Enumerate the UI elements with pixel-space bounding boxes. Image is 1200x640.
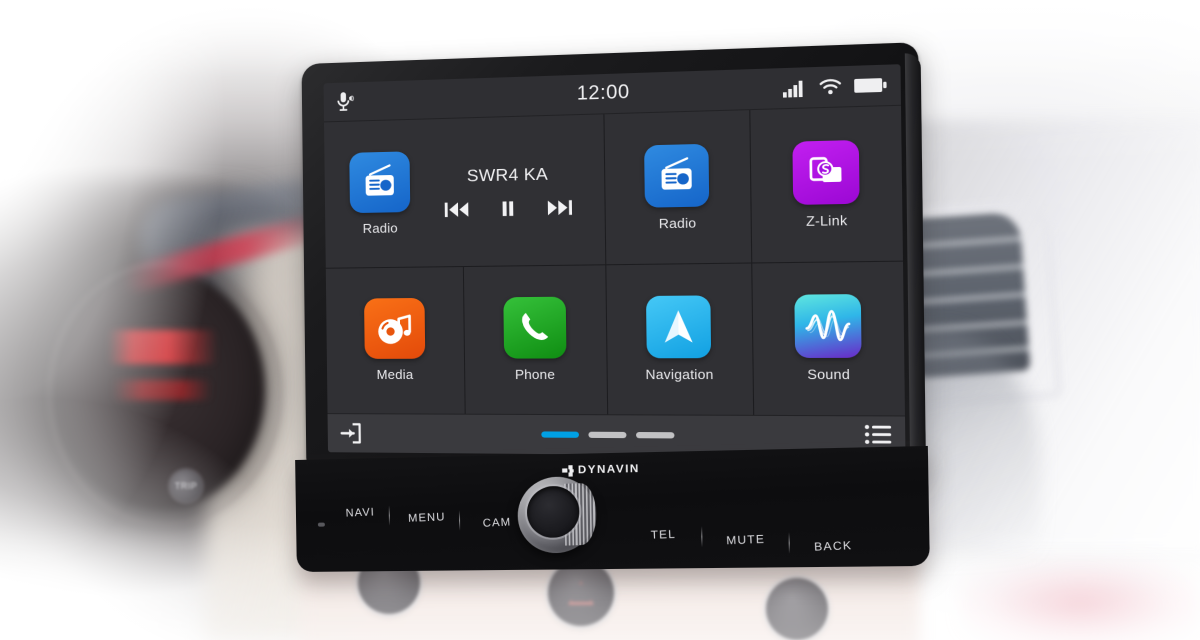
reset-pinhole[interactable] [317,522,325,527]
hw-button-cam[interactable]: CAM [482,516,511,529]
hw-button-menu[interactable]: MENU [408,511,446,525]
radio-widget-label: Radio [362,220,398,236]
tile-z-link[interactable]: Z-Link [750,105,903,262]
list-menu-icon[interactable] [864,423,892,444]
radio-icon[interactable] [644,143,710,208]
tile-label: Sound [807,366,851,383]
tile-radio[interactable]: Radio [603,110,752,264]
page-dot-1[interactable] [541,431,580,438]
tile-navigation[interactable]: Navigation [605,262,754,415]
hw-button-back[interactable]: BACK [814,540,853,554]
hw-button-tel[interactable]: TEL [651,528,677,541]
tile-label: Phone [514,366,556,383]
radio-widget[interactable]: Radio SWR4 KA [324,114,605,268]
tile-label: Media [376,367,414,383]
radio-widget-app[interactable]: Radio [340,151,419,236]
head-unit: 12:00 Radio SWR4 KA Radio Z-Link Media P… [295,42,930,572]
radio-widget-now-playing: SWR4 KA [419,163,604,219]
status-bar-right [782,76,888,98]
touchscreen[interactable]: 12:00 Radio SWR4 KA Radio Z-Link Media P… [323,64,906,458]
station-name: SWR4 KA [466,164,549,186]
status-bar-left [336,88,427,113]
battery-icon [854,76,888,94]
cellular-signal-icon [782,78,807,98]
tile-label: Z-Link [805,212,848,229]
navigation-arrow-icon[interactable] [646,295,712,359]
wifi-icon [819,78,841,96]
hardware-labels: NAVI MENU CAM TEL MUTE BACK [295,446,930,572]
hw-button-navi[interactable]: NAVI [345,506,375,519]
sound-waveform-icon[interactable] [794,294,862,359]
tile-label: Radio [658,214,697,232]
tile-phone[interactable]: Phone [463,264,607,415]
app-grid: Radio SWR4 KA Radio Z-Link Media Phone N… [324,105,905,416]
screen-bezel: 12:00 Radio SWR4 KA Radio Z-Link Media P… [301,42,926,479]
transport-controls [444,198,572,219]
volume-knob[interactable] [517,475,597,555]
hardware-button-bar: DYNAVIN NAVI MENU CAM TEL MUTE BACK [295,445,930,572]
hw-button-mute[interactable]: MUTE [726,533,765,547]
tile-media[interactable]: Media [325,266,465,414]
pause-icon[interactable] [500,200,516,218]
phone-handset-icon[interactable] [502,296,567,359]
exit-app-icon[interactable] [340,422,362,444]
screen-mirror-icon[interactable] [792,139,860,205]
tile-sound[interactable]: Sound [752,261,905,416]
previous-track-icon[interactable] [444,201,469,219]
page-indicator [328,430,906,440]
microphone-icon[interactable] [336,90,355,113]
page-dot-3[interactable] [635,431,675,439]
page-dot-2[interactable] [588,431,627,439]
radio-icon[interactable] [349,151,411,213]
tile-label: Navigation [645,366,714,383]
next-track-icon[interactable] [546,198,572,216]
media-disc-note-icon[interactable] [363,298,426,360]
